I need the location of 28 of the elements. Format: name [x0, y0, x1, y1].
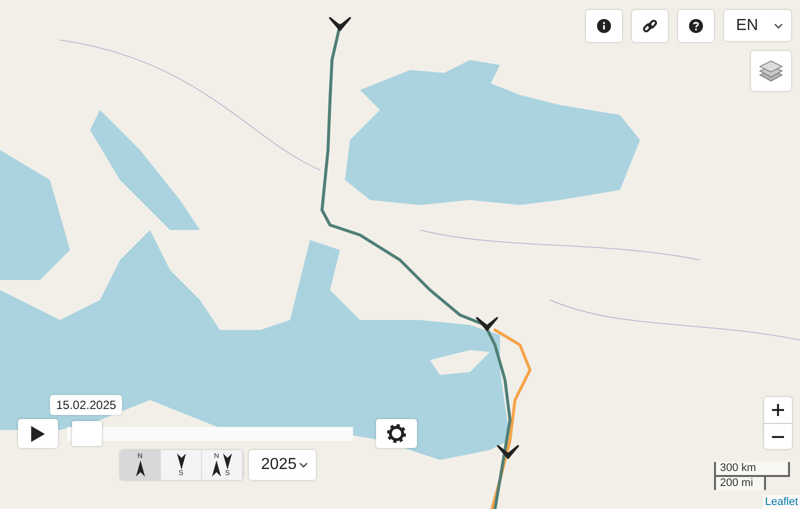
gear-icon	[387, 424, 406, 443]
scale-bar: 200 mi	[714, 475, 766, 490]
plus-icon	[772, 404, 784, 416]
info-icon	[597, 19, 611, 33]
timeline-slider[interactable]	[67, 421, 353, 446]
slider-thumb[interactable]	[72, 421, 102, 446]
play-icon	[31, 426, 45, 442]
year-select[interactable]: 2025	[249, 450, 316, 480]
settings-button[interactable]	[376, 419, 417, 448]
info-button[interactable]	[586, 10, 622, 42]
south-arrow-icon	[223, 453, 232, 470]
chevron-icon	[299, 462, 308, 468]
layers-button[interactable]	[751, 51, 791, 91]
link-button[interactable]	[632, 10, 668, 42]
north-arrow-icon	[136, 460, 144, 477]
link-icon	[642, 18, 658, 34]
north-arrow-icon	[212, 460, 221, 477]
help-button[interactable]	[678, 10, 714, 42]
language-select[interactable]: EN	[724, 10, 791, 41]
date-tooltip: 15.02.2025	[50, 395, 122, 415]
attribution-link[interactable]: Leaflet	[764, 495, 798, 509]
scale-bar: 300 km	[714, 462, 790, 477]
layers-icon	[759, 60, 783, 82]
help-icon	[689, 19, 703, 33]
minus-icon	[772, 436, 784, 438]
play-button[interactable]	[18, 419, 58, 448]
chevron-icon	[774, 22, 783, 28]
south-arrow-icon	[176, 453, 186, 470]
